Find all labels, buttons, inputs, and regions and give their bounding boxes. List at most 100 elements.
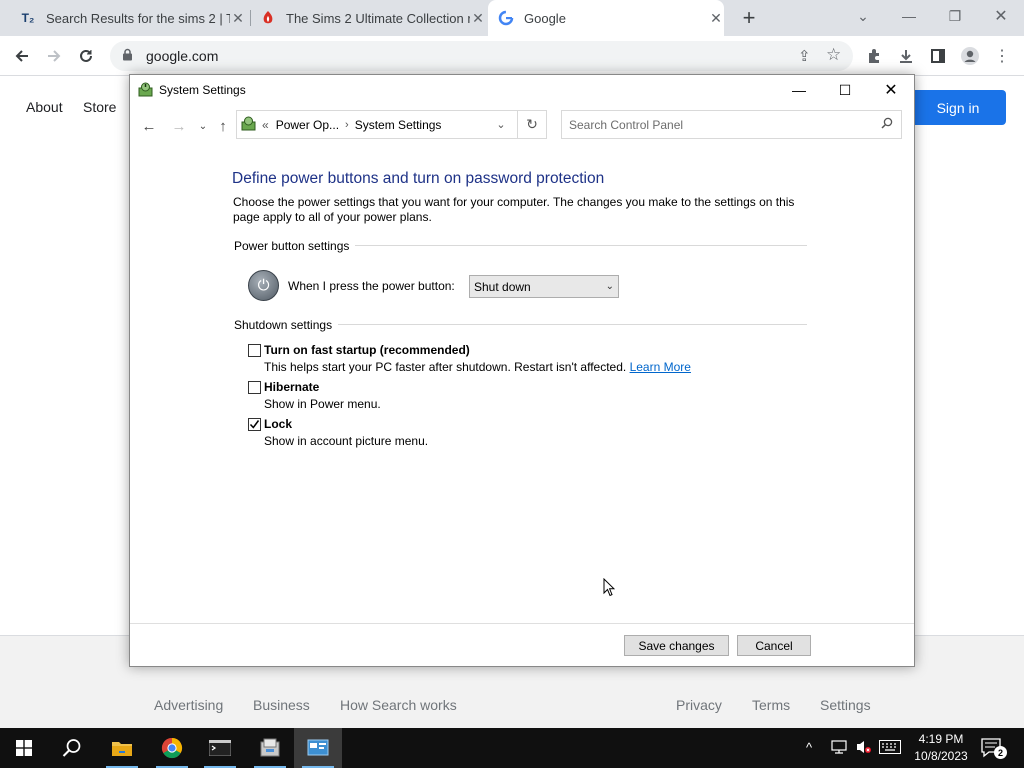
fast-startup-label[interactable]: Turn on fast startup (recommended) <box>264 343 470 357</box>
side-panel-icon[interactable] <box>924 42 952 70</box>
power-button-action-select[interactable]: Shut down ⌄ <box>469 275 619 298</box>
installer-app-icon[interactable] <box>246 728 294 768</box>
up-icon[interactable]: ↑ <box>213 116 233 136</box>
browser-window-controls: ⌄ — ❐ ✕ <box>840 0 1024 32</box>
power-button-label: When I press the power button: <box>288 279 455 293</box>
close-tab-icon[interactable]: ✕ <box>470 10 486 27</box>
terminal-icon[interactable] <box>196 728 244 768</box>
lock-label[interactable]: Lock <box>264 417 292 431</box>
close-tab-icon[interactable]: ✕ <box>708 10 724 27</box>
keyboard-icon[interactable] <box>879 740 901 759</box>
file-explorer-icon[interactable] <box>98 728 146 768</box>
breadcrumb-system-settings[interactable]: System Settings <box>355 118 442 132</box>
extensions-icon[interactable] <box>860 42 888 70</box>
download-icon[interactable] <box>892 42 920 70</box>
recent-locations-chevron-icon[interactable]: ⌄ <box>193 116 213 136</box>
forward-icon[interactable] <box>40 42 68 70</box>
lock-description: Show in account picture menu. <box>264 434 429 448</box>
page-heading: Define power buttons and turn on passwor… <box>232 170 605 187</box>
save-changes-button[interactable]: Save changes <box>624 635 729 656</box>
show-hidden-icons-chevron-icon[interactable]: ^ <box>806 740 812 755</box>
close-tab-icon[interactable]: ✕ <box>230 10 246 27</box>
restore-icon[interactable]: ❐ <box>932 0 978 32</box>
power-button-icon: ⏻ <box>248 270 279 301</box>
lock-icon[interactable] <box>122 48 136 64</box>
forward-icon[interactable]: → <box>169 116 189 136</box>
clock-time: 4:19 PM <box>918 732 964 746</box>
chrome-menu-icon[interactable]: ⋮ <box>988 42 1016 70</box>
sign-in-button[interactable]: Sign in <box>910 90 1006 125</box>
breadcrumb-power-options[interactable]: Power Op... <box>276 118 339 132</box>
advertising-link[interactable]: Advertising <box>154 697 223 713</box>
tab-search-chevron-icon[interactable]: ⌄ <box>840 0 886 32</box>
about-link[interactable]: About <box>26 99 63 115</box>
action-center-icon[interactable]: 2 <box>980 737 1007 764</box>
fast-startup-checkbox[interactable] <box>248 344 261 357</box>
start-windows-icon[interactable] <box>0 728 48 768</box>
mouse-cursor-icon <box>603 578 615 597</box>
dialog-footer: Save changes Cancel <box>130 623 914 666</box>
search-control-panel-input[interactable]: Search Control Panel <box>561 110 902 139</box>
reload-icon[interactable] <box>72 42 100 70</box>
tab-sims2-collection[interactable]: The Sims 2 Ultimate Collection re ✕ <box>252 0 486 36</box>
lock-checkbox[interactable] <box>248 418 261 431</box>
hibernate-label[interactable]: Hibernate <box>264 380 319 394</box>
minimize-icon[interactable]: — <box>776 75 822 105</box>
back-icon[interactable] <box>8 42 36 70</box>
learn-more-link[interactable]: Learn More <box>630 360 691 374</box>
close-icon[interactable]: ✕ <box>978 0 1024 32</box>
back-icon[interactable]: ← <box>139 116 159 136</box>
business-link[interactable]: Business <box>253 697 310 713</box>
google-favicon-icon <box>498 10 514 26</box>
taskbar-clock[interactable]: 4:19 PM 10/8/2023 <box>911 731 971 765</box>
address-dropdown-icon[interactable]: ⌄ <box>486 111 516 138</box>
new-tab-button[interactable]: + <box>736 5 762 31</box>
address-breadcrumb[interactable]: « Power Op... › System Settings ⌄ <box>236 110 547 139</box>
search-icon[interactable] <box>48 728 96 768</box>
terms-link[interactable]: Terms <box>752 697 790 713</box>
browser-tab-strip: T₂ Search Results for the sims 2 | To ✕ … <box>0 0 1024 36</box>
sims-favicon-icon <box>260 10 276 26</box>
bookmark-star-icon[interactable]: ☆ <box>826 45 841 65</box>
search-icon[interactable] <box>881 117 893 132</box>
clock-date: 10/8/2023 <box>914 749 968 763</box>
tab-search-results[interactable]: T₂ Search Results for the sims 2 | To ✕ <box>10 0 246 36</box>
privacy-link[interactable]: Privacy <box>676 697 722 713</box>
close-icon[interactable]: ✕ <box>868 75 914 105</box>
fast-startup-description-text: This helps start your PC faster after sh… <box>264 360 627 374</box>
store-link[interactable]: Store <box>83 99 116 115</box>
minimize-icon[interactable]: — <box>886 0 932 32</box>
hibernate-checkbox[interactable] <box>248 381 261 394</box>
url-text: google.com <box>146 48 219 64</box>
notification-count-badge: 2 <box>994 746 1007 759</box>
checkmark-icon <box>249 420 260 429</box>
settings-link[interactable]: Settings <box>820 697 871 713</box>
network-icon[interactable] <box>831 739 847 760</box>
power-options-icon <box>137 81 154 101</box>
breadcrumb-chevron-icon[interactable]: › <box>345 119 349 131</box>
window-titlebar[interactable]: System Settings — ☐ ✕ <box>130 75 914 105</box>
system-settings-window: System Settings — ☐ ✕ ← → ⌄ ↑ « Power Op… <box>129 74 915 667</box>
volume-muted-icon[interactable] <box>855 739 873 760</box>
cancel-button[interactable]: Cancel <box>737 635 811 656</box>
address-bar[interactable]: google.com ⇪ ☆ <box>110 41 853 71</box>
page-description: Choose the power settings that you want … <box>233 195 795 224</box>
fast-startup-description: This helps start your PC faster after sh… <box>264 360 691 374</box>
chrome-icon[interactable] <box>148 728 196 768</box>
share-icon[interactable]: ⇪ <box>798 47 811 65</box>
tab-google[interactable]: Google ✕ <box>488 0 724 36</box>
search-placeholder: Search Control Panel <box>569 117 684 132</box>
control-panel-taskbar-icon[interactable] <box>294 728 342 768</box>
t2-favicon-icon: T₂ <box>21 11 35 25</box>
refresh-icon[interactable]: ↻ <box>517 110 547 139</box>
windows-taskbar: ^ 4:19 PM 10/8/2023 2 <box>0 728 1024 768</box>
profile-avatar-icon[interactable] <box>956 42 984 70</box>
maximize-icon[interactable]: ☐ <box>822 75 868 105</box>
settings-content: Define power buttons and turn on passwor… <box>130 145 914 623</box>
explorer-navigation-bar: ← → ⌄ ↑ « Power Op... › System Settings … <box>130 110 914 142</box>
power-button-settings-heading: Power button settings <box>234 239 356 253</box>
breadcrumb-overflow[interactable]: « <box>262 118 269 132</box>
chevron-down-icon: ⌄ <box>605 281 614 292</box>
how-search-works-link[interactable]: How Search works <box>340 697 457 713</box>
control-panel-icon <box>240 115 257 135</box>
